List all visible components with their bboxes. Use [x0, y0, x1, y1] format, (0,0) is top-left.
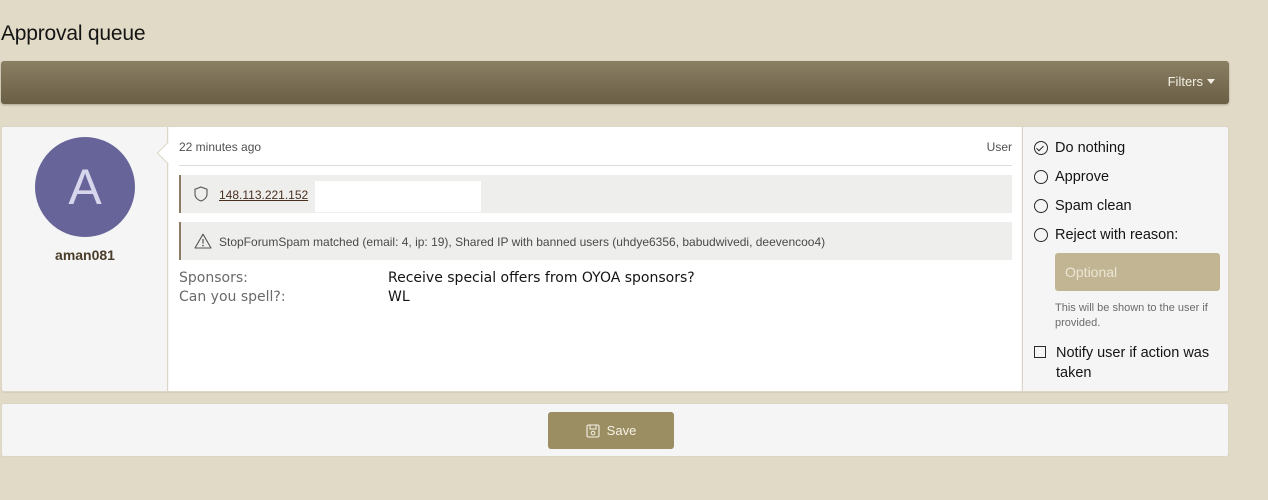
save-icon [586, 423, 600, 438]
save-button[interactable]: Save [548, 412, 674, 449]
timestamp: 22 minutes ago [179, 140, 262, 154]
radio-approve[interactable]: Approve [1034, 167, 1109, 187]
radio-spam-clean[interactable]: Spam clean [1034, 196, 1132, 216]
save-label: Save [606, 423, 637, 438]
ip-link[interactable]: 148.113.221.152 [219, 188, 308, 202]
reason-hint: This will be shown to the user if provid… [1055, 302, 1208, 329]
warning-icon [194, 233, 212, 249]
ip-notice: 148.113.221.152 [179, 175, 1012, 213]
field-value: Receive special offers from OYOA sponsor… [388, 270, 695, 286]
filter-bar: Filters [1, 61, 1229, 104]
spam-notice: StopForumSpam matched (email: 4, ip: 19)… [179, 222, 1012, 260]
filters-button[interactable]: Filters [1168, 74, 1215, 89]
avatar[interactable]: A [35, 137, 135, 237]
radio-label: Do nothing [1055, 140, 1126, 156]
reject-reason-input[interactable] [1055, 253, 1220, 291]
checkbox-icon[interactable] [1034, 346, 1046, 358]
meta-row: 22 minutes ago User [179, 139, 1012, 166]
field-row: Sponsors: Receive special offers from OY… [179, 270, 695, 289]
radio-label: Approve [1055, 169, 1110, 185]
approval-item: A aman081 22 minutes ago User 148.113.22… [1, 126, 1229, 392]
filters-label: Filters [1167, 74, 1203, 89]
caret-down-icon [1207, 79, 1215, 84]
radio-icon[interactable] [1034, 228, 1048, 242]
shield-icon [194, 186, 208, 202]
radio-checked-icon[interactable] [1034, 141, 1048, 155]
radio-do-nothing[interactable]: Do nothing [1034, 138, 1125, 158]
user-column: A aman081 [2, 127, 168, 391]
save-bar: Save [1, 403, 1229, 457]
spam-notice-text: StopForumSpam matched (email: 4, ip: 19)… [219, 235, 826, 249]
ip-redacted-box [315, 181, 481, 212]
username[interactable]: aman081 [2, 247, 168, 263]
custom-fields: Sponsors: Receive special offers from OY… [179, 270, 695, 308]
page-title: Approval queue [1, 22, 146, 45]
radio-icon[interactable] [1034, 199, 1048, 213]
radio-reject[interactable]: Reject with reason: [1034, 225, 1178, 245]
field-row: Can you spell?: WL [179, 289, 695, 308]
action-column: Do nothing Approve Spam clean Reject wit… [1022, 127, 1228, 391]
field-value: WL [388, 289, 410, 305]
field-label: Sponsors: [179, 270, 248, 286]
radio-label: Spam clean [1055, 198, 1132, 214]
radio-label: Reject with reason: [1055, 227, 1179, 243]
field-label: Can you spell?: [179, 289, 286, 305]
content-type: User [986, 140, 1012, 154]
radio-icon[interactable] [1034, 170, 1048, 184]
checkbox-label: Notify user if action was taken [1056, 345, 1210, 381]
notify-user-checkbox[interactable]: Notify user if action was taken [1034, 343, 1224, 383]
content-column: 22 minutes ago User 148.113.221.152 Stop… [169, 127, 1021, 391]
